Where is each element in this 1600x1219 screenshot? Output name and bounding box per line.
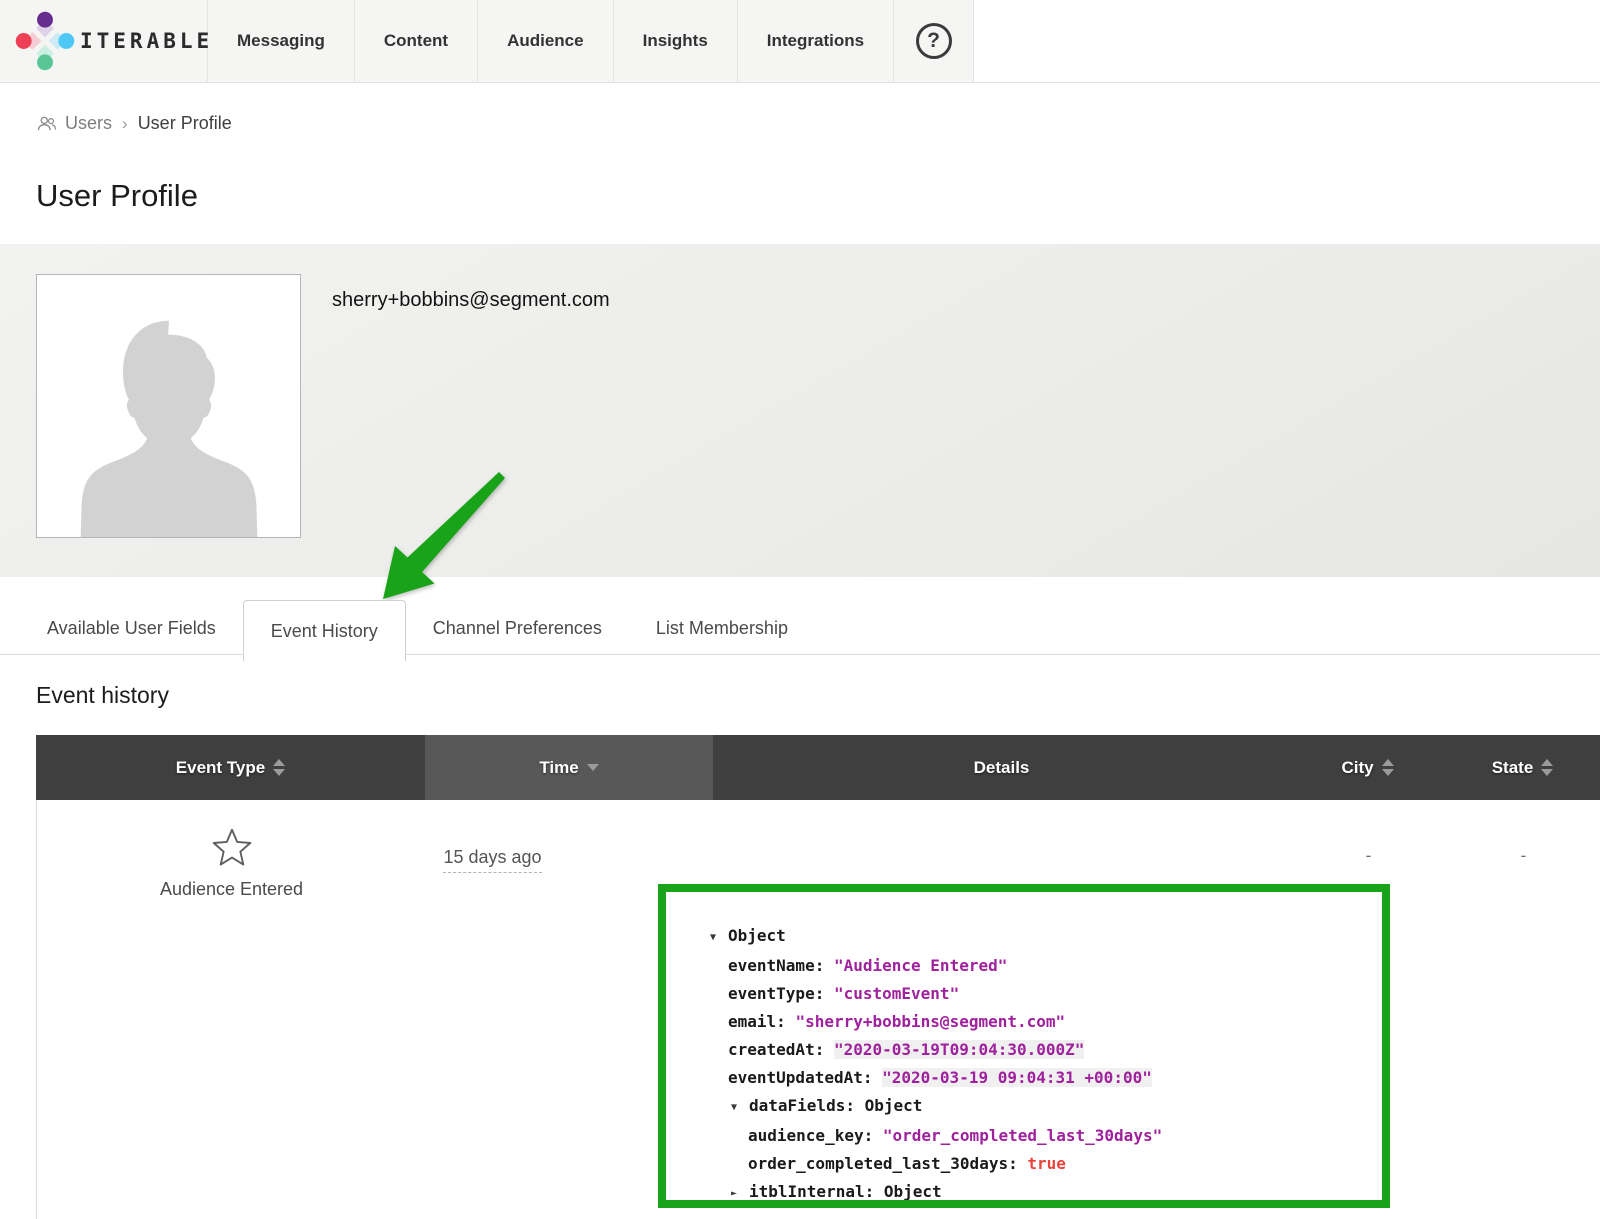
json-line: ▼dataFields: Object <box>710 1092 1364 1122</box>
json-value: "2020-03-19 09:04:31 +00:00" <box>882 1068 1152 1087</box>
json-line: ▼Object <box>710 922 1364 952</box>
breadcrumb-users-link[interactable]: Users <box>36 113 112 134</box>
page-title: User Profile <box>0 134 1600 214</box>
column-header-event-type[interactable]: Event Type <box>36 735 425 800</box>
json-line: ►itblInternal: Object <box>710 1178 1364 1208</box>
sort-both-icon <box>1382 759 1394 776</box>
column-label: Details <box>974 758 1030 778</box>
json-line: audience_key: "order_completed_last_30da… <box>710 1122 1364 1150</box>
column-header-details: Details <box>713 735 1290 800</box>
column-header-state[interactable]: State <box>1445 735 1600 800</box>
column-label: City <box>1341 758 1373 778</box>
json-value: "sherry+bobbins@segment.com" <box>795 1012 1065 1031</box>
breadcrumb-root-label: Users <box>65 113 112 134</box>
tab-event-history[interactable]: Event History <box>243 600 406 661</box>
json-key: dataFields: <box>749 1096 865 1115</box>
profile-hero: sherry+bobbins@segment.com <box>0 244 1600 577</box>
nav-item-content[interactable]: Content <box>355 0 478 82</box>
json-value: true <box>1027 1154 1066 1173</box>
help-button[interactable]: ? <box>894 0 974 82</box>
tab-channel-preferences[interactable]: Channel Preferences <box>406 602 629 654</box>
sort-desc-icon <box>587 764 599 771</box>
json-line: order_completed_last_30days: true <box>710 1150 1364 1178</box>
iterable-logo[interactable]: ITERABLE <box>0 0 208 82</box>
event-type-label: Audience Entered <box>160 879 303 900</box>
sort-both-icon <box>1541 759 1553 776</box>
nav-spacer <box>974 0 1600 82</box>
users-icon <box>36 115 58 133</box>
table-row: Audience Entered 15 days ago - - ▼Object… <box>36 800 1600 1219</box>
main-nav: MessagingContentAudienceInsightsIntegrat… <box>208 0 894 82</box>
breadcrumb-current: User Profile <box>138 113 232 134</box>
expand-arrow-down-icon[interactable]: ▼ <box>731 1094 749 1122</box>
event-history-table: Event Type Time Details City State Audience … <box>36 735 1600 1219</box>
json-key: itblInternal: <box>749 1182 884 1201</box>
json-line: eventType: "customEvent" <box>710 980 1364 1008</box>
avatar-silhouette-icon <box>54 307 284 537</box>
nav-item-insights[interactable]: Insights <box>614 0 738 82</box>
nav-item-audience[interactable]: Audience <box>478 0 614 82</box>
expand-arrow-right-icon[interactable]: ► <box>731 1180 749 1208</box>
column-label: State <box>1492 758 1534 778</box>
json-key: eventName: <box>728 956 834 975</box>
brand-name: ITERABLE <box>80 29 213 53</box>
json-key: eventUpdatedAt: <box>728 1068 882 1087</box>
column-header-city[interactable]: City <box>1290 735 1445 800</box>
breadcrumb-separator-icon: › <box>122 114 128 134</box>
json-line: email: "sherry+bobbins@segment.com" <box>710 1008 1364 1036</box>
column-label: Time <box>539 758 578 778</box>
json-key: audience_key: <box>748 1126 883 1145</box>
help-icon: ? <box>916 23 952 59</box>
json-value: Object <box>728 926 786 945</box>
state-cell: - <box>1446 800 1600 1219</box>
json-value: Object <box>865 1096 923 1115</box>
profile-tabs: Available User FieldsEvent HistoryChanne… <box>0 577 1600 655</box>
avatar <box>36 274 301 538</box>
json-value: "customEvent" <box>834 984 959 1003</box>
json-key: createdAt: <box>728 1040 834 1059</box>
column-label: Event Type <box>176 758 265 778</box>
section-heading: Event history <box>0 655 1600 709</box>
tab-available-user-fields[interactable]: Available User Fields <box>20 602 243 654</box>
details-json-tree: ▼ObjecteventName: "Audience Entered"even… <box>710 922 1364 1208</box>
json-value: "order_completed_last_30days" <box>883 1126 1162 1145</box>
nav-item-messaging[interactable]: Messaging <box>208 0 355 82</box>
json-value: "2020-03-19T09:04:30.000Z" <box>834 1040 1084 1059</box>
relative-time[interactable]: 15 days ago <box>443 847 541 873</box>
json-value: "Audience Entered" <box>834 956 1007 975</box>
json-line: eventName: "Audience Entered" <box>710 952 1364 980</box>
table-header: Event Type Time Details City State <box>36 735 1600 800</box>
iterable-diamond-icon <box>14 10 76 72</box>
json-line: createdAt: "2020-03-19T09:04:30.000Z" <box>710 1036 1364 1064</box>
nav-item-integrations[interactable]: Integrations <box>738 0 894 82</box>
json-key: email: <box>728 1012 795 1031</box>
annotation-highlight-box: ▼ObjecteventName: "Audience Entered"even… <box>658 884 1390 1208</box>
tab-list-membership[interactable]: List Membership <box>629 602 815 654</box>
json-value: Object <box>884 1182 942 1201</box>
expand-arrow-down-icon[interactable]: ▼ <box>710 924 728 952</box>
top-nav: ITERABLE MessagingContentAudienceInsight… <box>0 0 1600 83</box>
column-header-time[interactable]: Time <box>425 735 713 800</box>
star-icon <box>211 827 253 867</box>
json-line: eventUpdatedAt: "2020-03-19 09:04:31 +00… <box>710 1064 1364 1092</box>
breadcrumb: Users › User Profile <box>0 83 1600 134</box>
sort-both-icon <box>273 759 285 776</box>
event-type-cell: Audience Entered <box>37 800 426 1219</box>
json-key: eventType: <box>728 984 834 1003</box>
json-key: order_completed_last_30days: <box>748 1154 1027 1173</box>
profile-email: sherry+bobbins@segment.com <box>332 289 610 312</box>
